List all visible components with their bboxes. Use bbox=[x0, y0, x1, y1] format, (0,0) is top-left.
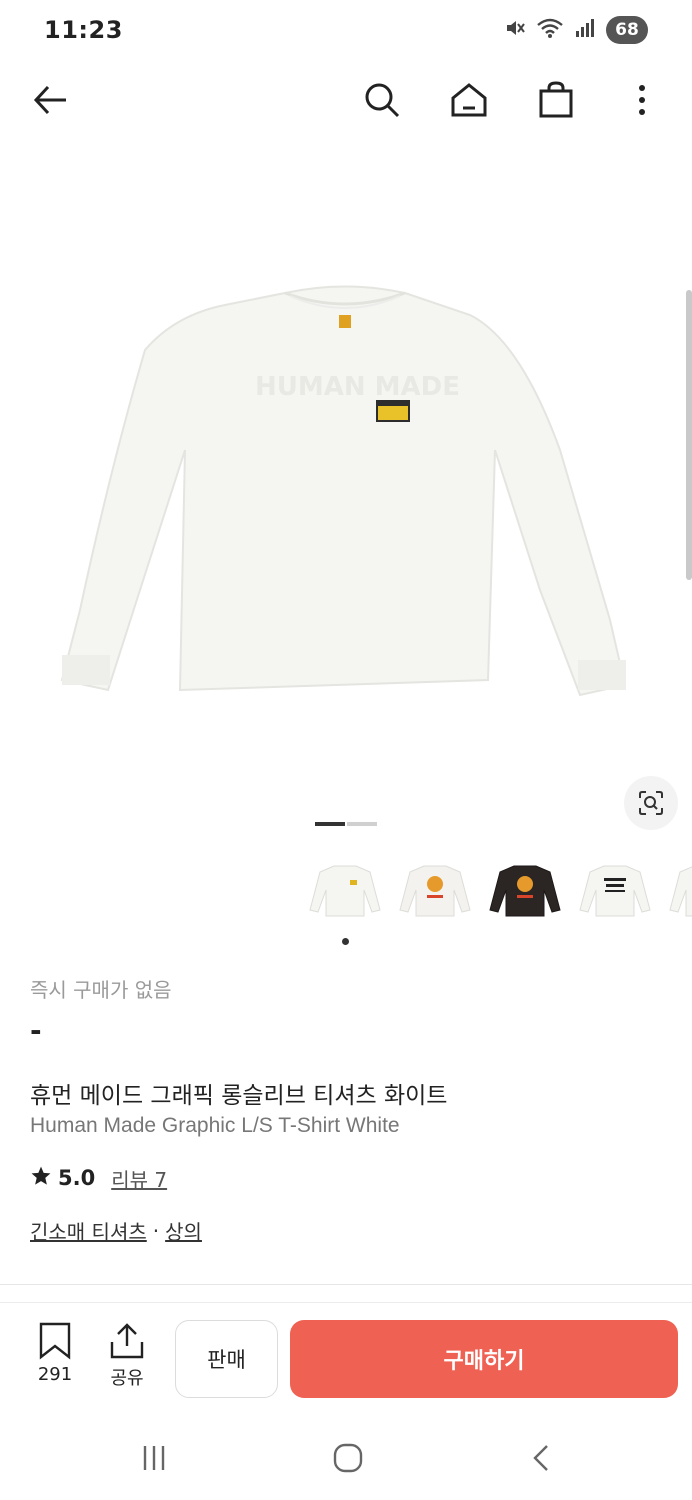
signal-icon bbox=[574, 17, 596, 43]
share-button[interactable]: 공유 bbox=[99, 1322, 155, 1390]
rating-row: 5.0 리뷰 7 bbox=[30, 1160, 167, 1196]
shopping-bag-icon[interactable] bbox=[530, 74, 582, 126]
home-circle-icon[interactable] bbox=[328, 1438, 368, 1478]
white-tshirt-dry-alls-thumb[interactable] bbox=[576, 850, 654, 928]
battery-indicator: 68 bbox=[606, 16, 648, 44]
home-icon[interactable] bbox=[443, 74, 495, 126]
lens-search-icon bbox=[639, 791, 663, 815]
white-tshirt-partial-thumb[interactable] bbox=[666, 850, 692, 928]
wifi-icon bbox=[536, 17, 564, 43]
top-nav bbox=[0, 64, 692, 134]
bookmark-button[interactable]: 291 bbox=[27, 1322, 83, 1385]
buy-button[interactable]: 구매하기 bbox=[290, 1320, 678, 1398]
category-link-long-sleeve[interactable]: 긴소매 티셔츠 bbox=[30, 1216, 147, 1245]
star-icon bbox=[30, 1165, 52, 1191]
category-separator: · bbox=[152, 1218, 160, 1243]
back-arrow-icon[interactable] bbox=[24, 74, 76, 126]
category-link-top[interactable]: 상의 bbox=[165, 1216, 202, 1245]
status-time: 11:23 bbox=[44, 16, 123, 44]
share-icon bbox=[110, 1323, 144, 1359]
price: - bbox=[30, 1014, 42, 1047]
black-tshirt-tiger-thumb[interactable] bbox=[486, 850, 564, 928]
instant-purchase-note: 즉시 구매가 없음 bbox=[30, 978, 172, 1002]
scrollbar[interactable] bbox=[686, 290, 692, 580]
sell-button[interactable]: 판매 bbox=[175, 1320, 278, 1398]
product-image-carousel[interactable]: HUMAN MADE bbox=[0, 150, 692, 850]
image-pager bbox=[315, 822, 377, 826]
more-vertical-icon[interactable] bbox=[616, 74, 668, 126]
bookmark-count: 291 bbox=[37, 1364, 73, 1385]
bookmark-icon bbox=[39, 1322, 71, 1360]
lens-search-button[interactable] bbox=[624, 776, 678, 830]
rating-value: 5.0 bbox=[58, 1166, 96, 1190]
pager-active bbox=[315, 822, 345, 826]
divider bbox=[0, 1284, 692, 1285]
mute-icon bbox=[504, 17, 526, 43]
status-bar: 11:23 68 bbox=[0, 0, 692, 60]
white-tshirt-front-thumb[interactable] bbox=[306, 850, 384, 928]
product-title-en: Human Made Graphic L/S T-Shirt White bbox=[30, 1114, 400, 1137]
svg-text:HUMAN MADE: HUMAN MADE bbox=[255, 372, 460, 402]
white-long-sleeve-tshirt: HUMAN MADE bbox=[60, 285, 627, 697]
category-breadcrumb: 긴소매 티셔츠 · 상의 bbox=[30, 1216, 202, 1245]
review-link[interactable]: 리뷰 7 bbox=[111, 1164, 167, 1193]
share-label: 공유 bbox=[110, 1368, 144, 1389]
thumbnail-indicator bbox=[342, 938, 349, 945]
bottom-action-bar: 291 공유 판매 구매하기 bbox=[0, 1310, 692, 1410]
divider bbox=[0, 1302, 692, 1303]
status-icons: 68 bbox=[504, 16, 648, 44]
search-icon[interactable] bbox=[356, 74, 408, 126]
system-nav-bar bbox=[0, 1420, 692, 1500]
product-title-ko: 휴먼 메이드 그래픽 롱슬리브 티셔츠 화이트 bbox=[30, 1083, 448, 1109]
white-tshirt-tiger-thumb[interactable] bbox=[396, 850, 474, 928]
thumbnail-strip bbox=[306, 850, 692, 928]
recent-apps-icon[interactable] bbox=[134, 1438, 174, 1478]
pager-inactive bbox=[347, 822, 377, 826]
back-chevron-icon[interactable] bbox=[522, 1438, 562, 1478]
